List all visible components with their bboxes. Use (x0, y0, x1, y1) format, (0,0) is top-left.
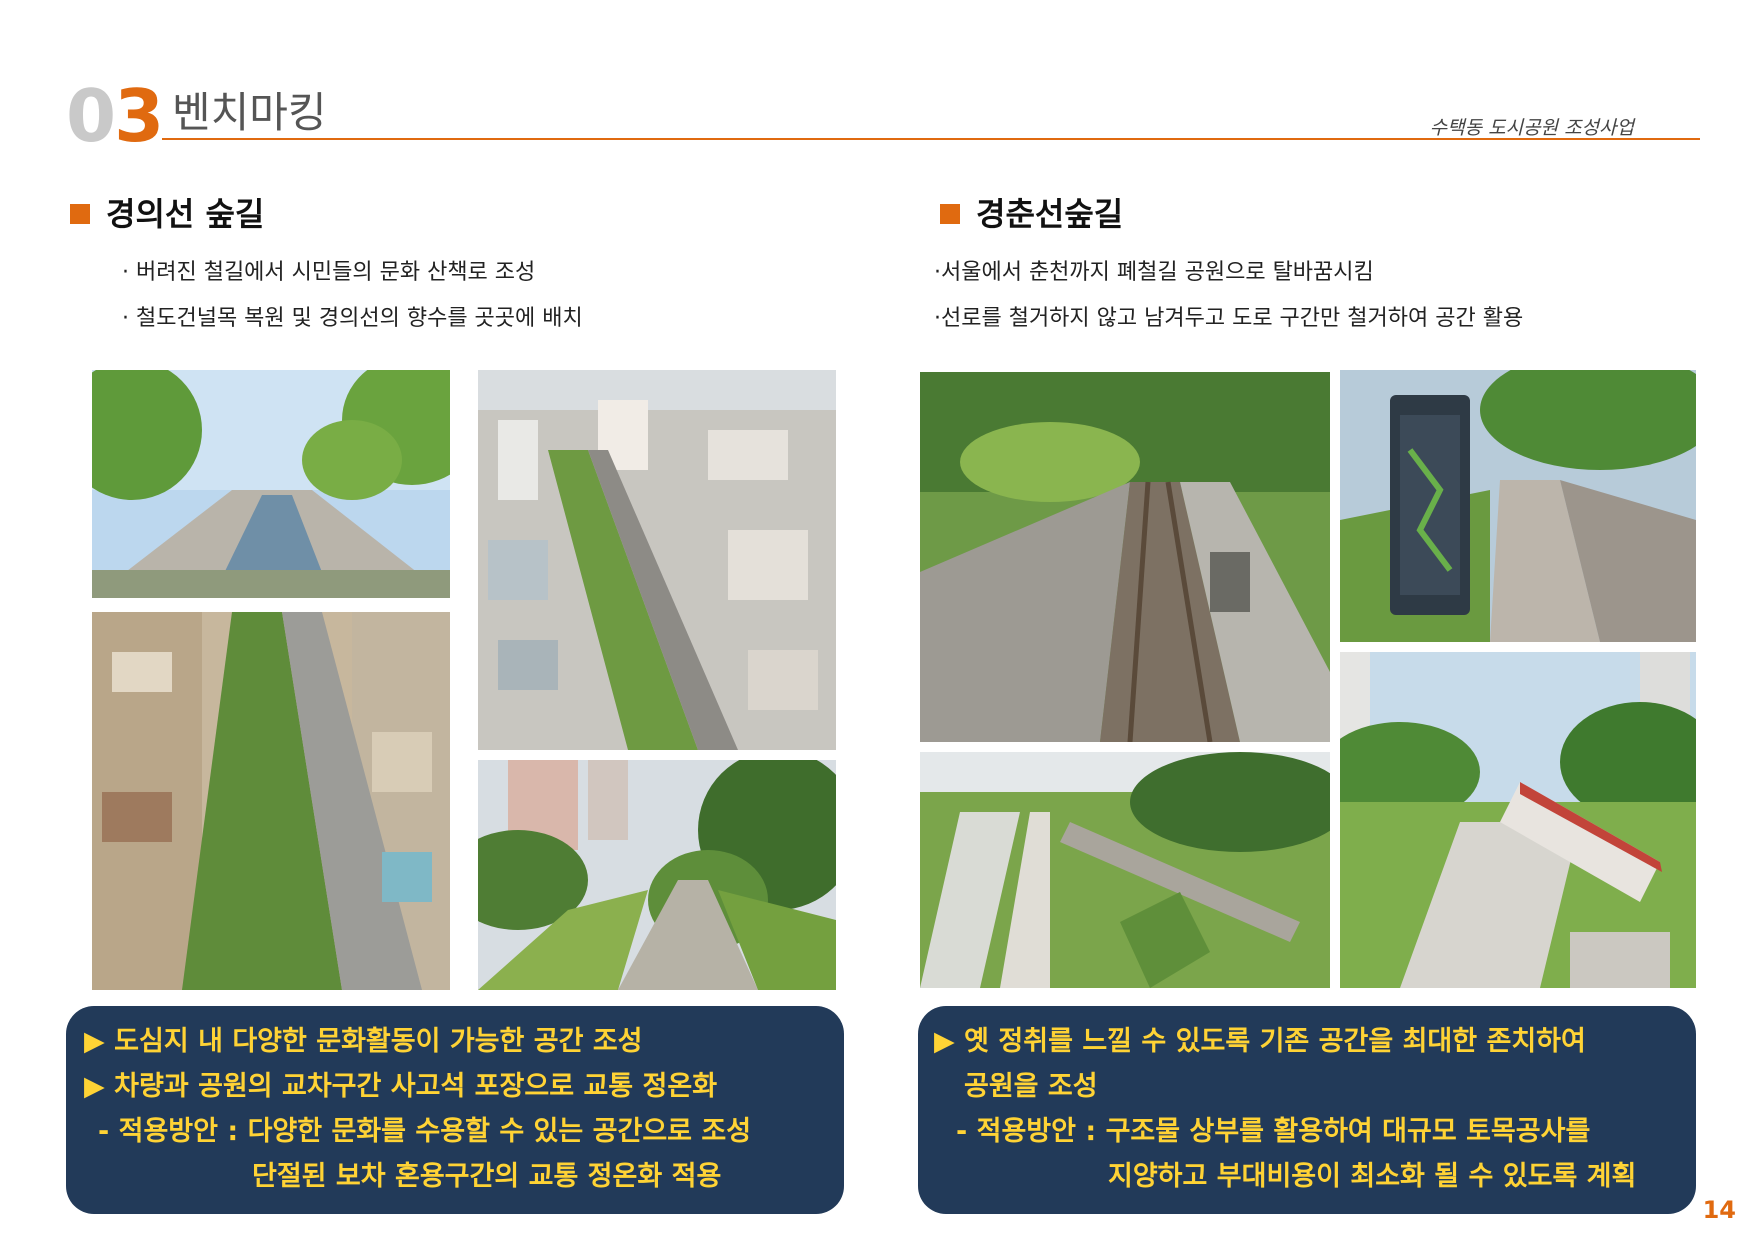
left-summary-line-3: - 적용방안 : 다양한 문화를 수용할 수 있는 공간으로 조성 (98, 1116, 752, 1147)
page-number: 14 (1702, 1196, 1736, 1224)
photo-gyeongchun-rail-path (920, 372, 1330, 742)
project-name: 수택동 도시공원 조성사업 (1429, 117, 1634, 139)
right-case-title: 경춘선숲길 (976, 195, 1124, 233)
photo-gyeongchun-map-sign (1340, 370, 1696, 642)
orange-square-bullet-icon (940, 204, 960, 224)
left-summary-line-1: ▶ 도심지 내 다양한 문화활동이 가능한 공간 조성 (84, 1026, 643, 1057)
section-number-accent: 3 (114, 74, 164, 158)
left-case-title: 경의선 숲길 (106, 195, 265, 233)
photo-gyeongui-stream-path (92, 370, 450, 598)
photo-gyeongchun-aerial-park (920, 752, 1330, 988)
right-summary-box: ▶ 옛 정취를 느낄 수 있도록 기존 공간을 최대한 존치하여 공원을 조성 … (918, 1006, 1696, 1214)
right-summary-line-1: ▶ 옛 정취를 느낄 수 있도록 기존 공간을 최대한 존치하여 (934, 1026, 1586, 1057)
section-number: 03 (66, 80, 164, 152)
right-bullet-1: ·서울에서 춘천까지 폐철길 공원으로 탈바꿈시킴 (934, 260, 1374, 285)
right-bullet-2: ·선로를 철거하지 않고 남겨두고 도로 구간만 철거하여 공간 활용 (934, 306, 1524, 331)
left-bullet-2: · 철도건널목 복원 및 경의선의 향수를 곳곳에 배치 (122, 306, 583, 331)
left-summary-line-2: ▶ 차량과 공원의 교차구간 사고석 포장으로 교통 정온화 (84, 1071, 718, 1102)
right-summary-line-4: 지양하고 부대비용이 최소화 될 수 있도록 계획 (1108, 1161, 1637, 1192)
section-title: 벤치마킹 (172, 88, 327, 137)
left-summary-box: ▶ 도심지 내 다양한 문화활동이 가능한 공간 조성 ▶ 차량과 공원의 교차… (66, 1006, 844, 1214)
right-summary-line-3: - 적용방안 : 구조물 상부를 활용하여 대규모 토목공사를 (956, 1116, 1591, 1147)
left-bullet-1: · 버려진 철길에서 시민들의 문화 산책로 조성 (122, 260, 536, 285)
photo-gyeongui-tree-trail (478, 760, 836, 990)
right-summary-line-2: 공원을 조성 (964, 1071, 1098, 1102)
photo-gyeongchun-train-plaza (1340, 652, 1696, 988)
left-summary-line-4: 단절된 보차 혼용구간의 교통 정온화 적용 (252, 1161, 722, 1192)
section-number-dim: 0 (66, 74, 116, 158)
photo-gyeongui-aerial-city (478, 370, 836, 750)
orange-square-bullet-icon (70, 204, 90, 224)
photo-gyeongui-aerial-street (92, 612, 450, 990)
